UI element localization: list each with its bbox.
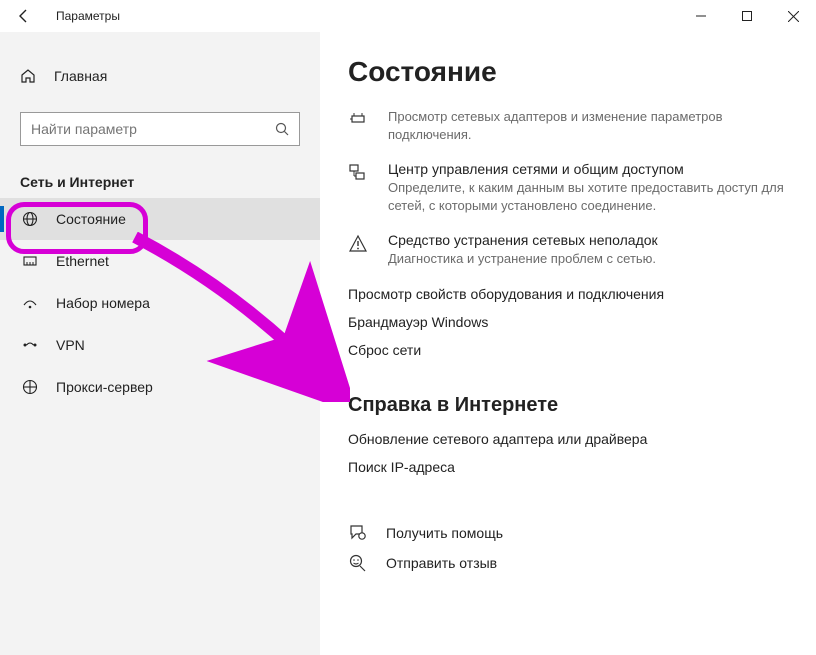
sidebar-item-ethernet[interactable]: Ethernet bbox=[0, 240, 320, 282]
option-title: Средство устранения сетевых неполадок bbox=[388, 232, 792, 248]
option-desc: Диагностика и устранение проблем с сетью… bbox=[388, 250, 792, 268]
sidebar-item-label: Набор номера bbox=[56, 295, 150, 311]
globe-icon bbox=[22, 211, 40, 227]
content-pane: Состояние Просмотр сетевых адаптеров и и… bbox=[320, 32, 816, 655]
chat-icon bbox=[348, 523, 370, 543]
sidebar-home[interactable]: Главная bbox=[0, 56, 320, 96]
sidebar-item-label: VPN bbox=[56, 337, 85, 353]
maximize-button[interactable] bbox=[724, 0, 770, 32]
search-box[interactable] bbox=[20, 112, 300, 146]
warning-icon bbox=[348, 232, 370, 268]
dialup-icon bbox=[22, 295, 40, 311]
network-center-icon bbox=[348, 161, 370, 214]
option-sharing-center[interactable]: Центр управления сетями и общим доступом… bbox=[348, 161, 792, 214]
option-adapters[interactable]: Просмотр сетевых адаптеров и изменение п… bbox=[348, 106, 792, 143]
footer-get-help[interactable]: Получить помощь bbox=[348, 523, 792, 543]
sidebar: Главная Сеть и Интернет Состояние Et bbox=[0, 32, 320, 655]
adapter-icon bbox=[348, 106, 370, 143]
vpn-icon bbox=[22, 337, 40, 353]
help-header: Справка в Интернете bbox=[348, 394, 792, 417]
ethernet-icon bbox=[22, 253, 40, 269]
option-desc: Определите, к каким данным вы хотите пре… bbox=[388, 179, 792, 214]
footer-feedback[interactable]: Отправить отзыв bbox=[348, 553, 792, 573]
sidebar-item-proxy[interactable]: Прокси-сервер bbox=[0, 366, 320, 408]
close-button[interactable] bbox=[770, 0, 816, 32]
help-link-driver[interactable]: Обновление сетевого адаптера или драйвер… bbox=[348, 431, 792, 447]
footer-label: Отправить отзыв bbox=[386, 555, 497, 571]
settings-window: Параметры Главная bbox=[0, 0, 816, 655]
minimize-button[interactable] bbox=[678, 0, 724, 32]
search-icon bbox=[275, 122, 289, 136]
sidebar-item-label: Состояние bbox=[56, 211, 126, 227]
footer-label: Получить помощь bbox=[386, 525, 503, 541]
proxy-icon bbox=[22, 379, 40, 395]
search-input[interactable] bbox=[31, 121, 275, 137]
window-title: Параметры bbox=[48, 9, 120, 23]
titlebar: Параметры bbox=[0, 0, 816, 32]
back-button[interactable] bbox=[0, 0, 48, 32]
sidebar-item-label: Прокси-сервер bbox=[56, 379, 153, 395]
feedback-icon bbox=[348, 553, 370, 573]
option-troubleshoot[interactable]: Средство устранения сетевых неполадок Ди… bbox=[348, 232, 792, 268]
link-network-reset[interactable]: Сброс сети bbox=[348, 342, 792, 358]
sidebar-item-vpn[interactable]: VPN bbox=[0, 324, 320, 366]
link-firewall[interactable]: Брандмауэр Windows bbox=[348, 314, 792, 330]
link-hw-properties[interactable]: Просмотр свойств оборудования и подключе… bbox=[348, 286, 792, 302]
help-link-ip[interactable]: Поиск IP-адреса bbox=[348, 459, 792, 475]
option-title: Центр управления сетями и общим доступом bbox=[388, 161, 792, 177]
option-desc: Просмотр сетевых адаптеров и изменение п… bbox=[388, 108, 792, 143]
sidebar-item-dialup[interactable]: Набор номера bbox=[0, 282, 320, 324]
sidebar-section-title: Сеть и Интернет bbox=[0, 146, 320, 198]
page-title: Состояние bbox=[348, 56, 792, 88]
sidebar-home-label: Главная bbox=[54, 68, 107, 84]
home-icon bbox=[20, 68, 38, 84]
sidebar-item-status[interactable]: Состояние bbox=[0, 198, 320, 240]
sidebar-item-label: Ethernet bbox=[56, 253, 109, 269]
